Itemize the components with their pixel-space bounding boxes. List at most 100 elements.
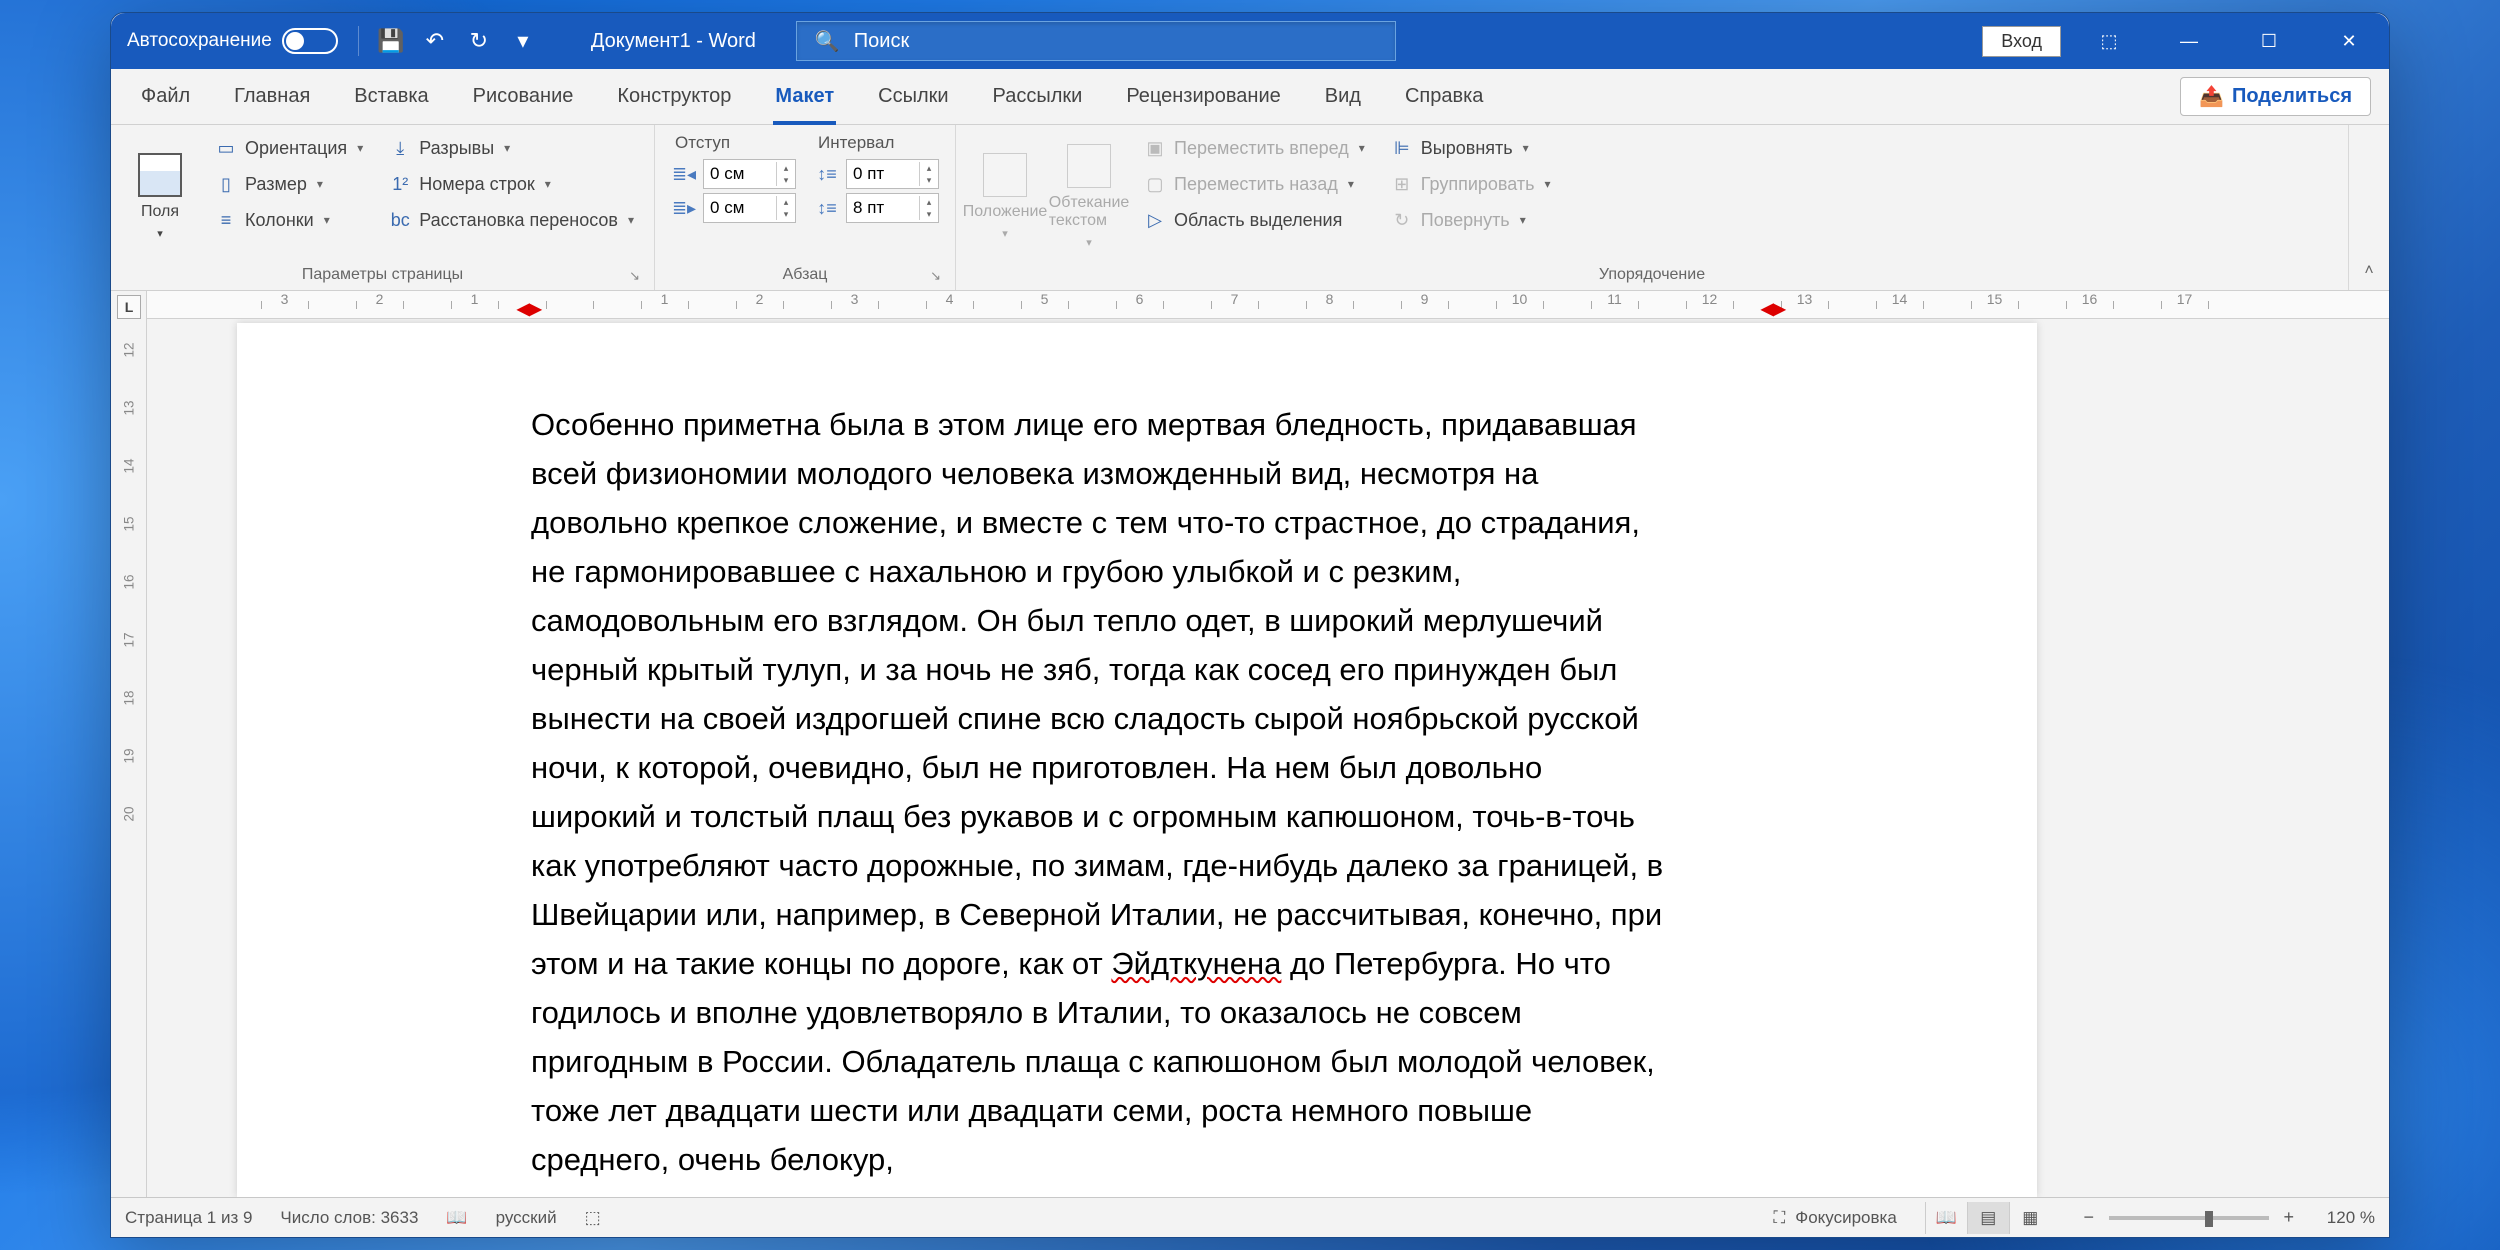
search-box[interactable]: 🔍 Поиск [796, 21, 1396, 61]
web-layout-icon[interactable]: ▦ [2009, 1202, 2051, 1234]
columns-button[interactable]: ≡Колонки▾ [205, 203, 373, 237]
proofing-icon: 📖 [446, 1208, 467, 1228]
breaks-button[interactable]: ⤓Разрывы▾ [379, 131, 644, 165]
titlebar: Автосохранение 💾 ↶ ↻ ▾ Документ1 - Word … [111, 13, 2389, 69]
qat-customize-icon[interactable]: ▾ [503, 21, 543, 61]
indent-label: Отступ [671, 131, 796, 155]
share-button[interactable]: 📤 Поделиться [2180, 77, 2371, 116]
right-margin-marker-icon[interactable]: ◀▶ [1761, 299, 1786, 319]
maximize-icon[interactable]: ☐ [2229, 13, 2309, 69]
group-arrange-label: Упорядочение [1599, 266, 1705, 283]
tab-references[interactable]: Ссылки [856, 69, 970, 125]
indent-right-icon: ≣▸ [671, 195, 697, 221]
tab-insert[interactable]: Вставка [332, 69, 450, 125]
app-window: Автосохранение 💾 ↶ ↻ ▾ Документ1 - Word … [110, 12, 2390, 1238]
hyphenation-button[interactable]: bcРасстановка переносов▾ [379, 203, 644, 237]
tab-design[interactable]: Конструктор [595, 69, 753, 125]
print-layout-icon[interactable]: ▤ [1967, 1202, 2009, 1234]
rotate-button: ↻Повернуть▾ [1381, 203, 1561, 237]
align-button[interactable]: ⊫Выровнять▾ [1381, 131, 1561, 165]
selection-pane-button[interactable]: ▷Область выделения [1134, 203, 1375, 237]
autosave-label: Автосохранение [127, 30, 272, 52]
quick-access-toolbar: 💾 ↶ ↻ ▾ [363, 21, 551, 61]
tab-mailings[interactable]: Рассылки [971, 69, 1105, 125]
selection-pane-icon: ▷ [1144, 209, 1166, 231]
orientation-icon: ▭ [215, 137, 237, 159]
align-icon: ⊫ [1391, 137, 1413, 159]
search-icon: 🔍 [815, 29, 840, 54]
share-icon: 📤 [2199, 84, 2224, 109]
spellcheck-word: Эйдткунена [1111, 946, 1281, 981]
group-page-setup-label: Параметры страницы [302, 266, 463, 283]
redo-icon[interactable]: ↻ [459, 21, 499, 61]
group-paragraph-label: Абзац [783, 266, 828, 283]
size-icon: ▯ [215, 173, 237, 195]
read-mode-icon[interactable]: 📖 [1925, 1202, 1967, 1234]
horizontal-ruler[interactable]: 3211234567891011121314151617 ◀▶ ◀▶ [147, 291, 2389, 319]
save-icon[interactable]: 💾 [371, 21, 411, 61]
space-before-input[interactable]: ▴▾ [846, 159, 939, 189]
line-numbers-icon: 1² [389, 173, 411, 195]
workspace: L 121314151617181920 3211234567891011121… [111, 291, 2389, 1197]
status-proofing[interactable]: 📖 [446, 1208, 467, 1228]
group-icon: ⊞ [1391, 173, 1413, 195]
tab-review[interactable]: Рецензирование [1104, 69, 1302, 125]
close-icon[interactable]: ✕ [2309, 13, 2389, 69]
collapse-ribbon-icon[interactable]: ˄ [2349, 125, 2389, 290]
orientation-button[interactable]: ▭Ориентация▾ [205, 131, 373, 165]
size-button[interactable]: ▯Размер▾ [205, 167, 373, 201]
status-language[interactable]: русский [496, 1208, 557, 1228]
line-numbers-button[interactable]: 1²Номера строк▾ [379, 167, 644, 201]
space-after-input[interactable]: ▴▾ [846, 193, 939, 223]
position-button: Положение▾ [966, 131, 1044, 262]
wrap-text-button: Обтекание текстом▾ [1050, 131, 1128, 262]
indent-right-input[interactable]: ▴▾ [703, 193, 796, 223]
wrap-icon [1067, 144, 1111, 188]
columns-icon: ≡ [215, 209, 237, 231]
tab-help[interactable]: Справка [1383, 69, 1505, 125]
tab-view[interactable]: Вид [1303, 69, 1383, 125]
focus-mode-button[interactable]: ⛶Фокусировка [1773, 1208, 1896, 1228]
tab-draw[interactable]: Рисование [451, 69, 596, 125]
status-accessibility[interactable]: ⬚ [585, 1208, 601, 1228]
group-arrange: Положение▾ Обтекание текстом▾ ▣Перемести… [956, 125, 2349, 290]
minimize-icon[interactable]: — [2149, 13, 2229, 69]
breaks-icon: ⤓ [389, 137, 411, 159]
zoom-level[interactable]: 120 % [2327, 1208, 2375, 1228]
indent-left-icon: ≣◂ [671, 161, 697, 187]
space-before-icon: ↕≡ [814, 161, 840, 187]
space-after-icon: ↕≡ [814, 195, 840, 221]
statusbar: Страница 1 из 9 Число слов: 3633 📖 русск… [111, 1197, 2389, 1237]
indent-left-input[interactable]: ▴▾ [703, 159, 796, 189]
signin-button[interactable]: Вход [1982, 26, 2061, 57]
zoom-out-icon[interactable]: − [2079, 1207, 2099, 1228]
tab-selector-icon[interactable]: L [117, 295, 141, 319]
tab-layout[interactable]: Макет [753, 69, 856, 125]
zoom-slider[interactable]: − + [2079, 1207, 2299, 1228]
zoom-in-icon[interactable]: + [2279, 1207, 2299, 1228]
margins-button[interactable]: Поля ▾ [121, 131, 199, 262]
send-backward-button: ▢Переместить назад▾ [1134, 167, 1375, 201]
document-text[interactable]: Особенно приметна была в этом лице его м… [531, 401, 1667, 1185]
undo-icon[interactable]: ↶ [415, 21, 455, 61]
rotate-icon: ↻ [1391, 209, 1413, 231]
tab-home[interactable]: Главная [212, 69, 332, 125]
document-area[interactable]: Особенно приметна была в этом лице его м… [147, 319, 2389, 1197]
bring-forward-icon: ▣ [1144, 137, 1166, 159]
autosave-toggle[interactable] [282, 28, 338, 54]
vertical-ruler[interactable]: L 121314151617181920 [111, 291, 147, 1197]
page: Особенно приметна была в этом лице его м… [237, 323, 2037, 1197]
group-paragraph: Отступ ≣◂ ▴▾ ≣▸ ▴▾ Интервал ↕≡ ▴▾ [655, 125, 956, 290]
focus-icon: ⛶ [1773, 1208, 1785, 1228]
page-setup-launcher-icon[interactable]: ↘ [629, 268, 640, 284]
tab-file[interactable]: Файл [119, 69, 212, 125]
status-page[interactable]: Страница 1 из 9 [125, 1208, 252, 1228]
paragraph-launcher-icon[interactable]: ↘ [930, 268, 941, 284]
spacing-label: Интервал [814, 131, 939, 155]
send-backward-icon: ▢ [1144, 173, 1166, 195]
left-margin-marker-icon[interactable]: ◀▶ [517, 299, 542, 319]
bring-forward-button: ▣Переместить вперед▾ [1134, 131, 1375, 165]
status-words[interactable]: Число слов: 3633 [280, 1208, 418, 1228]
ribbon-display-icon[interactable]: ⬚ [2069, 13, 2149, 69]
ribbon-tabs: Файл Главная Вставка Рисование Конструкт… [111, 69, 2389, 125]
